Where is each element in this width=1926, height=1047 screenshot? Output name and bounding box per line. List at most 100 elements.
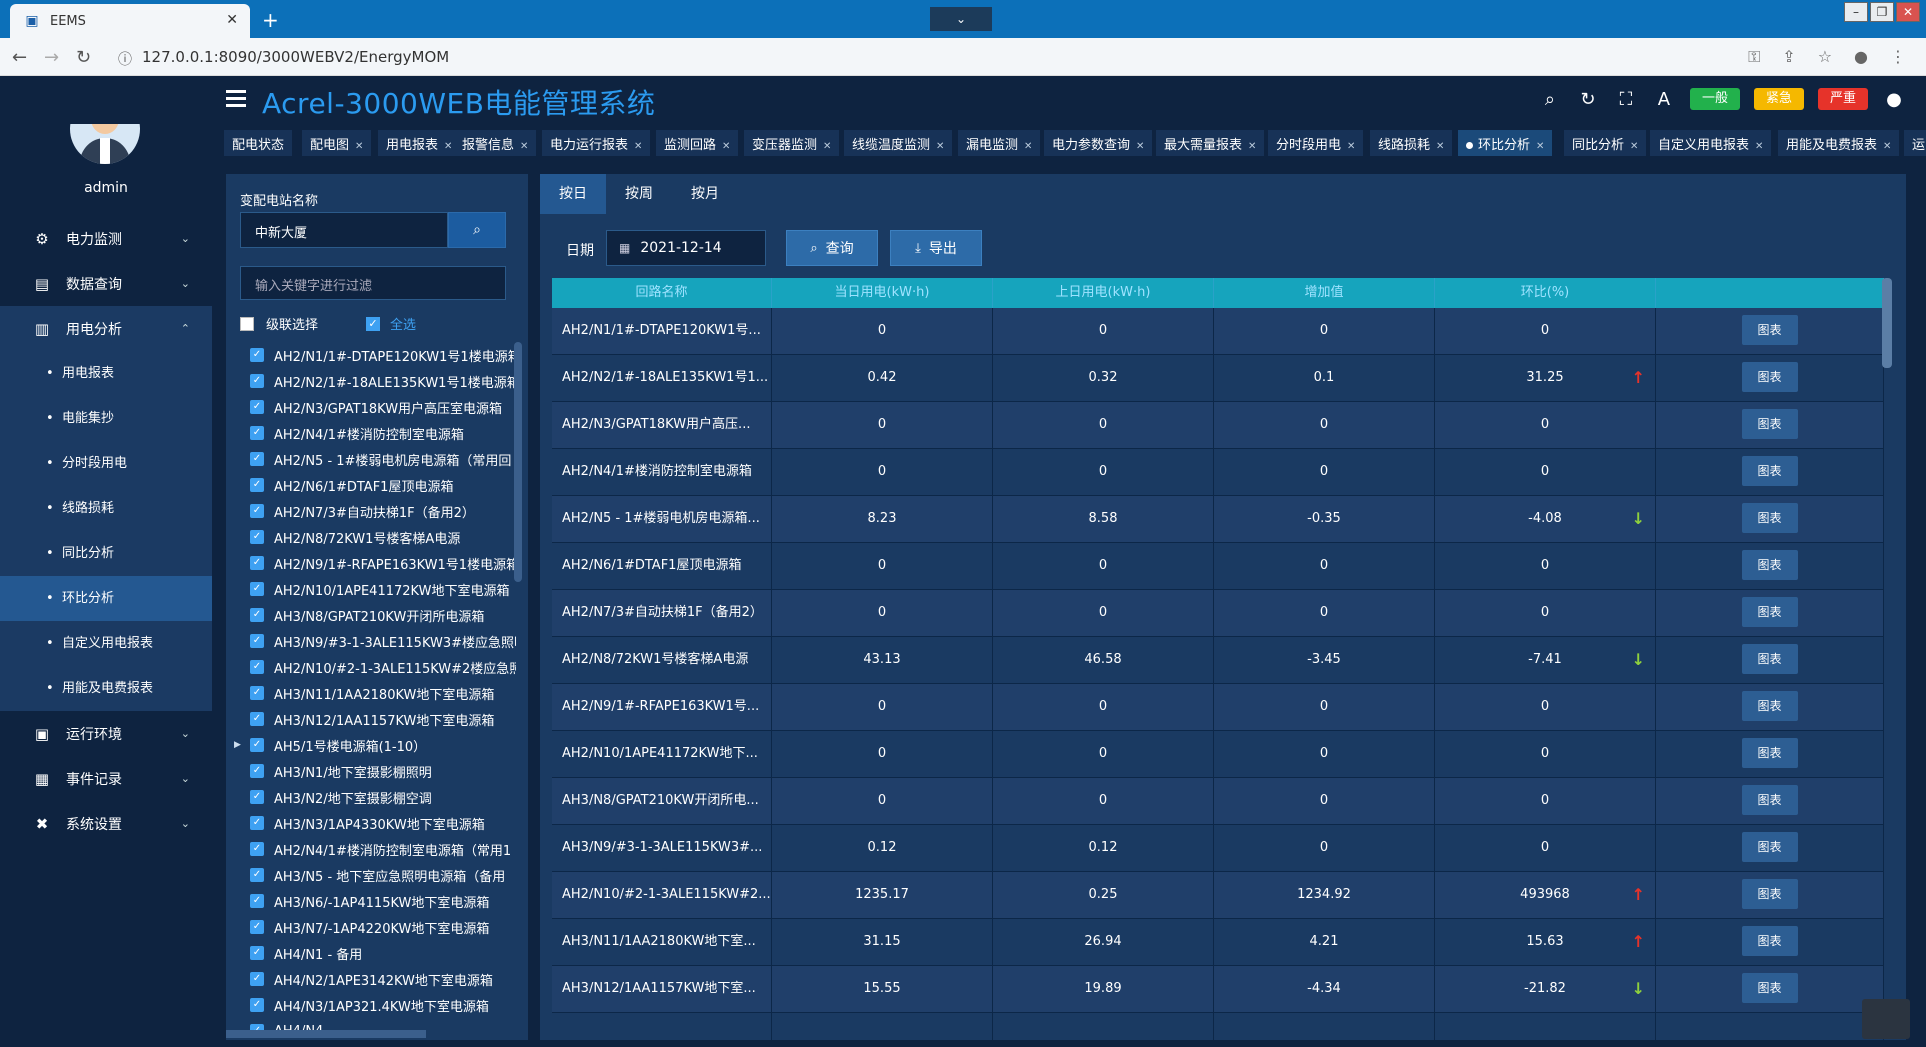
column-header[interactable]: 增加值 bbox=[1214, 278, 1435, 308]
page-tab[interactable]: 配电状态 bbox=[224, 130, 293, 156]
checkbox-checked-icon[interactable]: ✓ bbox=[250, 660, 264, 674]
checkbox-checked-icon[interactable]: ✓ bbox=[250, 842, 264, 856]
close-tab-icon[interactable]: ✕ bbox=[1248, 141, 1256, 152]
site-info-icon[interactable]: ⓘ bbox=[118, 49, 132, 69]
checkbox-checked-icon[interactable]: ✓ bbox=[250, 712, 264, 726]
station-select[interactable]: 中新大厦 bbox=[240, 212, 448, 248]
close-tab-icon[interactable]: ✕ bbox=[634, 141, 642, 152]
tree-item[interactable]: ✓ AH2/N5 - 1#楼弱电机房电源箱（常用回 bbox=[226, 446, 516, 472]
sidebar-subitem-active[interactable]: 环比分析 bbox=[0, 576, 212, 621]
url-field[interactable]: 127.0.0.1:8090/3000WEBV2/EnergyMOM bbox=[142, 48, 449, 66]
close-tab-icon[interactable]: ✕ bbox=[520, 141, 528, 152]
tree-horizontal-scrollbar[interactable] bbox=[226, 1030, 426, 1038]
page-tab[interactable]: 运 bbox=[1904, 130, 1926, 156]
checkbox-checked-icon[interactable]: ✓ bbox=[250, 868, 264, 882]
tab-by-week[interactable]: 按周 bbox=[606, 174, 672, 214]
tree-item[interactable]: ✓ AH3/N7/-1AP4220KW地下室电源箱 bbox=[226, 914, 516, 940]
checkbox-checked-icon[interactable]: ✓ bbox=[250, 348, 264, 362]
chart-button[interactable]: 图表 bbox=[1741, 550, 1798, 580]
hamburger-menu-icon[interactable] bbox=[226, 90, 246, 107]
close-tab-icon[interactable]: ✕ bbox=[1136, 141, 1144, 152]
close-tab-icon[interactable]: ✕ bbox=[1536, 141, 1544, 152]
tree-item[interactable]: ✓ AH2/N7/3#自动扶梯1F（备用2） bbox=[226, 498, 516, 524]
close-tab-icon[interactable]: ✕ bbox=[1024, 141, 1032, 152]
bookmark-star-icon[interactable]: ☆ bbox=[1818, 47, 1832, 67]
sidebar-subitem[interactable]: 电能集抄 bbox=[0, 396, 212, 441]
close-tab-icon[interactable]: ✕ bbox=[355, 141, 363, 152]
sidebar-item-data-query[interactable]: ▤ 数据查询 ⌄ bbox=[0, 261, 212, 306]
checkbox-checked-icon[interactable]: ✓ bbox=[250, 556, 264, 570]
sidebar-item-environment[interactable]: ▣ 运行环境 ⌄ bbox=[0, 711, 212, 756]
close-tab-icon[interactable]: ✕ bbox=[722, 141, 730, 152]
tree-item[interactable]: ✓ AH4/N1 - 备用 bbox=[226, 940, 516, 966]
floating-widget-icon[interactable] bbox=[1862, 999, 1910, 1039]
chart-button[interactable]: 图表 bbox=[1741, 785, 1798, 815]
chart-button[interactable]: 图表 bbox=[1741, 879, 1798, 909]
key-icon[interactable]: ⚿ bbox=[1748, 47, 1760, 67]
close-tab-icon[interactable]: ✕ bbox=[1630, 141, 1638, 152]
tree-item[interactable]: ✓ AH4/N2/1APE3142KW地下室电源箱 bbox=[226, 966, 516, 992]
chart-button[interactable]: 图表 bbox=[1741, 926, 1798, 956]
column-header[interactable]: 上日用电(kW·h) bbox=[993, 278, 1214, 308]
chart-button[interactable]: 图表 bbox=[1741, 691, 1798, 721]
tree-item[interactable]: ✓ AH3/N1/地下室摄影棚照明 bbox=[226, 758, 516, 784]
checkbox-checked-icon[interactable]: ✓ bbox=[250, 790, 264, 804]
tree-item[interactable]: ✓ AH3/N9/#3-1-3ALE115KW3#楼应急照明 bbox=[226, 628, 516, 654]
page-tab[interactable]: 电力参数查询 ✕ bbox=[1044, 130, 1153, 156]
close-tab-icon[interactable]: ✕ bbox=[823, 141, 831, 152]
chart-button[interactable]: 图表 bbox=[1741, 315, 1798, 345]
close-tab-icon[interactable]: ✕ bbox=[444, 141, 452, 152]
minimize-icon[interactable]: – bbox=[1844, 2, 1868, 22]
back-icon[interactable]: ← bbox=[12, 47, 27, 68]
sidebar-item-power-monitor[interactable]: ⚙ 电力监测 ⌄ bbox=[0, 216, 212, 261]
sidebar-subitem[interactable]: 同比分析 bbox=[0, 531, 212, 576]
chart-button[interactable]: 图表 bbox=[1741, 644, 1798, 674]
alarm-urgent-badge[interactable]: 紧急 bbox=[1753, 88, 1804, 110]
sidebar-subitem[interactable]: 用电报表 bbox=[0, 351, 212, 396]
checkbox-checked-icon[interactable]: ✓ bbox=[250, 478, 264, 492]
checkbox-checked-icon[interactable]: ✓ bbox=[250, 452, 264, 466]
tree-item[interactable]: ✓ AH2/N4/1#楼消防控制室电源箱 bbox=[226, 420, 516, 446]
grid-scrollbar[interactable] bbox=[1882, 278, 1892, 368]
checkbox-checked-icon[interactable]: ✓ bbox=[250, 608, 264, 622]
profile-icon[interactable]: ● bbox=[1854, 47, 1868, 67]
sidebar-subitem[interactable]: 线路损耗 bbox=[0, 486, 212, 531]
expand-arrow-icon[interactable]: ▶ bbox=[234, 740, 241, 750]
page-tab[interactable]: 线缆温度监测 ✕ bbox=[844, 130, 953, 156]
sidebar-subitem[interactable]: 用能及电费报表 bbox=[0, 666, 212, 711]
tree-item[interactable]: ✓ AH3/N2/地下室摄影棚空调 bbox=[226, 784, 516, 810]
search-icon[interactable]: ⌕ bbox=[1538, 89, 1562, 110]
chart-button[interactable]: 图表 bbox=[1741, 973, 1798, 1003]
page-tab[interactable]: 线路损耗 ✕ bbox=[1370, 130, 1453, 156]
tree-item[interactable]: ✓ AH3/N3/1AP4330KW地下室电源箱 bbox=[226, 810, 516, 836]
close-tab-icon[interactable]: ✕ bbox=[936, 141, 944, 152]
reload-icon[interactable]: ↻ bbox=[76, 47, 91, 68]
date-picker[interactable]: ▦ 2021-12-14 bbox=[606, 230, 766, 266]
export-button[interactable]: ⤓ 导出 bbox=[890, 230, 982, 266]
close-tab-icon[interactable]: ✕ bbox=[226, 12, 238, 28]
tab-search-chevron-icon[interactable]: ⌄ bbox=[930, 7, 992, 31]
refresh-icon[interactable]: ↻ bbox=[1576, 89, 1600, 110]
page-tab[interactable]: 用能及电费报表 ✕ bbox=[1778, 130, 1900, 156]
page-tab[interactable]: 环比分析 ✕ bbox=[1458, 130, 1553, 156]
alarm-normal-badge[interactable]: 一般 bbox=[1689, 88, 1740, 110]
fullscreen-icon[interactable]: ⛶ bbox=[1614, 89, 1638, 110]
tree-item[interactable]: ✓ AH3/N5 - 地下室应急照明电源箱（备用 bbox=[226, 862, 516, 888]
close-tab-icon[interactable]: ✕ bbox=[1755, 141, 1763, 152]
alarm-severe-badge[interactable]: 严重 bbox=[1817, 88, 1868, 110]
tree-item[interactable]: ✓ AH4/N3/1AP321.4KW地下室电源箱 bbox=[226, 992, 516, 1018]
tree-item[interactable]: ✓ AH2/N3/GPAT18KW用户高压室电源箱 bbox=[226, 394, 516, 420]
page-tab[interactable]: 自定义用电报表 ✕ bbox=[1650, 130, 1772, 156]
page-tab[interactable]: 电力运行报表 ✕ bbox=[542, 130, 651, 156]
select-all-checkbox[interactable]: ✓ 全选 bbox=[366, 314, 416, 333]
checkbox-checked-icon[interactable]: ✓ bbox=[250, 972, 264, 986]
share-icon[interactable]: ⇪ bbox=[1782, 47, 1795, 67]
tree-item[interactable]: ✓ AH3/N6/-1AP4115KW地下室电源箱 bbox=[226, 888, 516, 914]
tree-item[interactable]: ✓ AH3/N11/1AA2180KW地下室电源箱 bbox=[226, 680, 516, 706]
sidebar-subitem[interactable]: 自定义用电报表 bbox=[0, 621, 212, 666]
tree-item[interactable]: ✓ AH2/N2/1#-18ALE135KW1号1楼电源箱 bbox=[226, 368, 516, 394]
checkbox-checked-icon[interactable]: ✓ bbox=[250, 374, 264, 388]
sidebar-item-event-log[interactable]: ▦ 事件记录 ⌄ bbox=[0, 756, 212, 801]
checkbox-checked-icon[interactable]: ✓ bbox=[250, 426, 264, 440]
tree-item[interactable]: ✓ AH2/N6/1#DTAF1屋顶电源箱 bbox=[226, 472, 516, 498]
